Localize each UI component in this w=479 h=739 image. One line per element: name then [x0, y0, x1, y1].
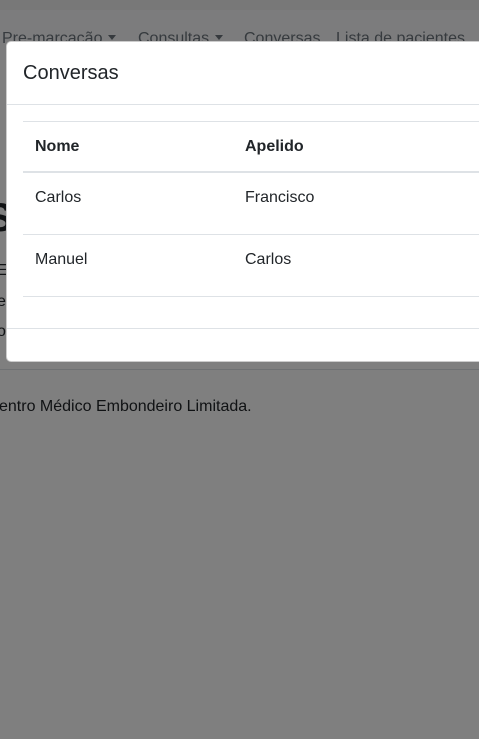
- modal-title: Conversas: [23, 62, 119, 84]
- modal-footer: [7, 328, 479, 329]
- table-header-row: Nome Apelido: [23, 121, 479, 173]
- conversas-modal: Conversas Nome Apelido Carlos Francisco …: [6, 41, 479, 362]
- cell-apelido: Carlos: [233, 234, 479, 297]
- cell-nome: Carlos: [23, 172, 233, 235]
- modal-header: Conversas: [7, 42, 479, 105]
- conversas-table: Nome Apelido Carlos Francisco Manuel Car…: [23, 121, 479, 297]
- column-header-apelido: Apelido: [233, 121, 479, 173]
- page: Pre-marcação Consultas Conversas Lista d…: [0, 0, 479, 739]
- cell-apelido: Francisco: [233, 172, 479, 235]
- table-row[interactable]: Manuel Carlos: [23, 234, 479, 297]
- cell-nome: Manuel: [23, 234, 233, 297]
- column-header-nome: Nome: [23, 121, 233, 173]
- table-row[interactable]: Carlos Francisco: [23, 172, 479, 235]
